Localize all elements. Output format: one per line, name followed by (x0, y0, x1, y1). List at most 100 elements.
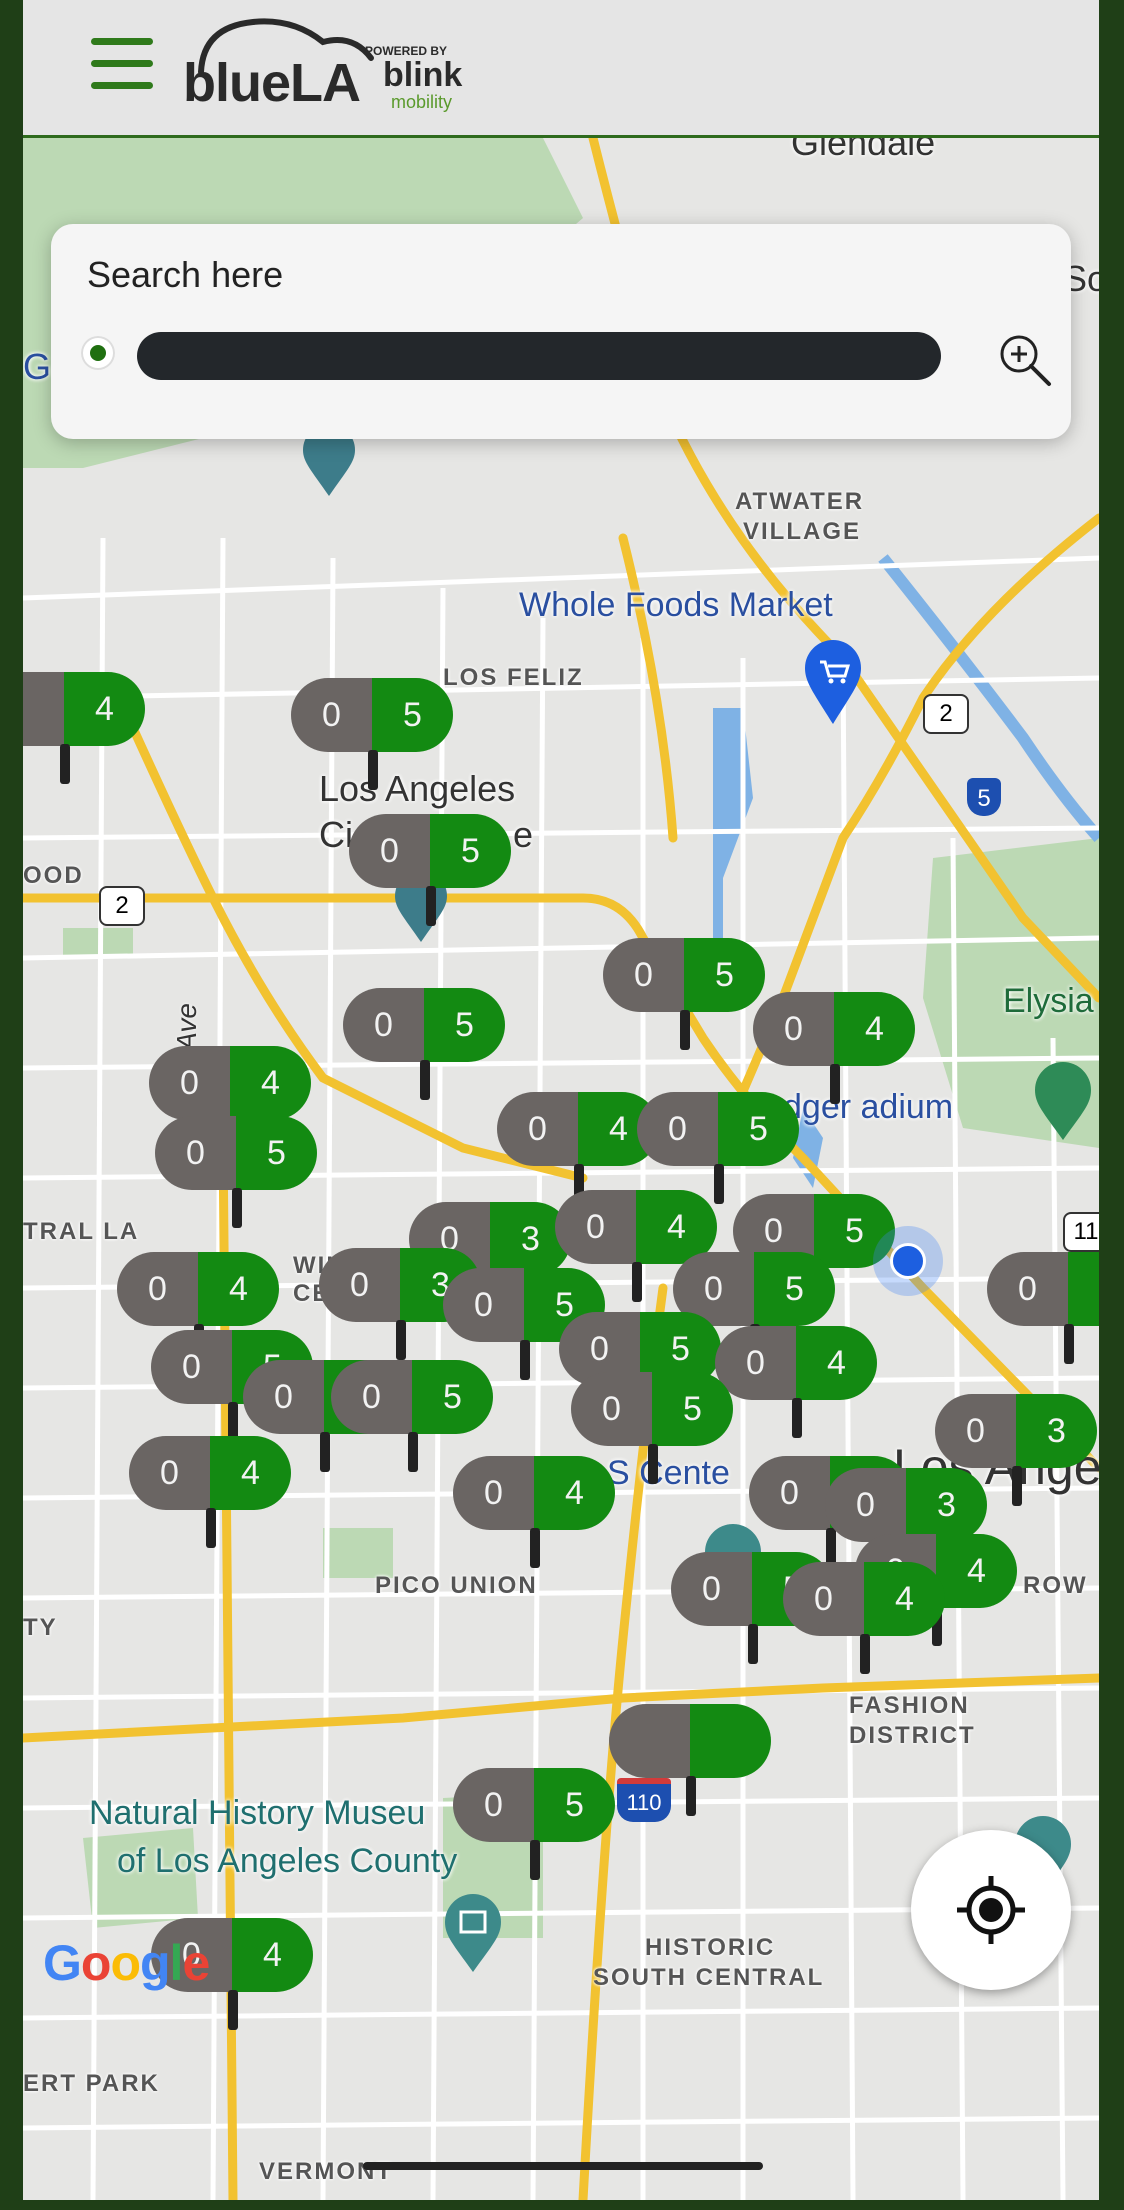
label-nhm-1: Natural History Museu (89, 1794, 426, 1832)
marker-unavailable-count: 0 (443, 1268, 524, 1342)
marker-available-count: 5 (652, 1372, 733, 1446)
station-marker[interactable]: 05 (155, 1116, 317, 1228)
marker-unavailable-count: 0 (497, 1092, 578, 1166)
marker-available-count: 5 (412, 1360, 493, 1434)
marker-unavailable-count: 0 (987, 1252, 1068, 1326)
marker-available-count: 4 (64, 672, 145, 746)
label-tral-la: TRAL LA (23, 1218, 140, 1245)
home-indicator[interactable] (363, 2162, 763, 2170)
app-frame: blueLA POWERED BY blink mobility Glendal… (23, 0, 1099, 2200)
station-marker[interactable]: 0 (987, 1252, 1099, 1364)
stadium-pin-icon[interactable] (1033, 1062, 1093, 1147)
marker-available-count: 4 (534, 1456, 615, 1530)
highway-shield-2b: 2 (923, 694, 969, 734)
station-marker[interactable]: 04 (453, 1456, 615, 1568)
my-location-button[interactable] (911, 1830, 1071, 1990)
marker-available-count: 4 (210, 1436, 291, 1510)
marker-available-count: 5 (754, 1252, 835, 1326)
marker-unavailable-count: 0 (243, 1360, 324, 1434)
museum-pin-icon[interactable] (443, 1894, 503, 1979)
shopping-cart-pin-icon[interactable] (803, 640, 863, 731)
label-atwater-1: ATWATER (735, 488, 865, 515)
marker-available-count: 4 (796, 1326, 877, 1400)
station-marker[interactable] (609, 1704, 771, 1816)
label-fashion-2: DISTRICT (849, 1722, 976, 1749)
marker-available-count: 5 (236, 1116, 317, 1190)
marker-unavailable-count: 0 (671, 1552, 752, 1626)
marker-available-count: 5 (718, 1092, 799, 1166)
highway-shield-2a: 2 (99, 886, 145, 926)
marker-unavailable-count (23, 672, 64, 746)
label-g: G (23, 346, 52, 387)
marker-unavailable-count: 0 (555, 1190, 636, 1264)
bluela-logo: blueLA POWERED BY blink mobility (183, 12, 483, 122)
logo-main-text: blueLA (183, 53, 361, 113)
label-historic-2: SOUTH CENTRAL (593, 1964, 825, 1991)
station-marker[interactable]: 04 (497, 1092, 659, 1204)
marker-unavailable-count (609, 1704, 690, 1778)
station-marker[interactable]: 4 (23, 672, 145, 784)
highway-shield-11: 11 (1063, 1212, 1099, 1252)
marker-unavailable-count: 0 (291, 678, 372, 752)
label-fashion-1: FASHION (849, 1692, 970, 1719)
marker-available-count: 3 (906, 1468, 987, 1542)
label-ty: TY (23, 1614, 58, 1641)
label-row: ROW (1023, 1572, 1088, 1599)
user-location-dot (873, 1226, 943, 1296)
hamburger-menu-icon[interactable] (91, 38, 153, 92)
marker-available-count: 4 (936, 1534, 1017, 1608)
my-location-icon (957, 1876, 1025, 1944)
station-marker[interactable]: 05 (291, 678, 453, 790)
station-marker[interactable]: 04 (715, 1326, 877, 1438)
marker-unavailable-count: 0 (749, 1456, 830, 1530)
marker-available-count: 5 (534, 1768, 615, 1842)
marker-available-count (1068, 1252, 1099, 1326)
marker-available-count: 4 (864, 1562, 945, 1636)
label-pico-union: PICO UNION (375, 1572, 538, 1599)
marker-unavailable-count: 0 (571, 1372, 652, 1446)
label-los-feliz: LOS FELIZ (443, 664, 584, 691)
marker-unavailable-count: 0 (117, 1252, 198, 1326)
marker-unavailable-count: 0 (453, 1456, 534, 1530)
marker-unavailable-count: 0 (349, 814, 430, 888)
marker-available-count: 5 (424, 988, 505, 1062)
marker-available-count: 5 (430, 814, 511, 888)
label-la-city-2: Ci (319, 814, 353, 855)
marker-unavailable-count: 0 (935, 1394, 1016, 1468)
marker-available-count: 3 (1016, 1394, 1097, 1468)
marker-available-count (690, 1704, 771, 1778)
label-ood: OOD (23, 862, 84, 889)
search-heading: Search here (87, 254, 284, 295)
label-historic-1: HISTORIC (645, 1934, 776, 1961)
station-marker[interactable]: 05 (349, 814, 511, 926)
marker-unavailable-count: 0 (603, 938, 684, 1012)
marker-available-count: 4 (230, 1046, 311, 1120)
station-marker[interactable]: 05 (343, 988, 505, 1100)
marker-unavailable-count: 0 (343, 988, 424, 1062)
marker-unavailable-count: 0 (453, 1768, 534, 1842)
station-marker[interactable]: 05 (637, 1092, 799, 1204)
marker-unavailable-count: 0 (753, 992, 834, 1066)
label-atwater-2: VILLAGE (743, 518, 862, 545)
marker-available-count: 4 (198, 1252, 279, 1326)
marker-unavailable-count: 0 (149, 1046, 230, 1120)
highway-shield-5: 5 (967, 778, 1001, 816)
marker-unavailable-count: 0 (129, 1436, 210, 1510)
search-input[interactable] (137, 332, 941, 380)
app-header: blueLA POWERED BY blink mobility (23, 0, 1099, 138)
station-marker[interactable]: 04 (129, 1436, 291, 1548)
station-marker[interactable]: 04 (783, 1562, 945, 1674)
marker-available-count: 4 (232, 1918, 313, 1992)
zoom-in-icon[interactable] (995, 330, 1055, 390)
station-marker[interactable]: 04 (753, 992, 915, 1104)
station-marker[interactable]: 05 (603, 938, 765, 1050)
marker-unavailable-count: 0 (825, 1468, 906, 1542)
logo-partner-sub: mobility (391, 92, 453, 112)
marker-unavailable-count: 0 (637, 1092, 718, 1166)
green-dot-icon (81, 336, 115, 370)
station-marker[interactable]: 05 (453, 1768, 615, 1880)
label-la-city-2b: e (513, 814, 534, 855)
marker-unavailable-count: 0 (783, 1562, 864, 1636)
google-logo: Google (43, 1935, 210, 1991)
logo-partner-text: blink (383, 56, 463, 94)
